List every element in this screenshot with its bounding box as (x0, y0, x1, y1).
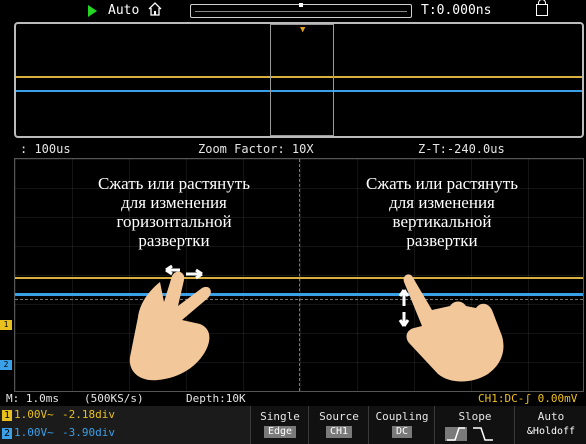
hint-line: для изменения (121, 193, 227, 212)
slope-softkey[interactable]: Slope (434, 406, 515, 444)
trigger-position-marker-icon: ▼ (300, 25, 306, 35)
ch2-volts-per-div: 1.00V~ (14, 426, 54, 439)
softkey-value: DC (391, 426, 413, 438)
hand-pinch-horizontal-icon (129, 264, 211, 381)
timeline-position-marker (299, 3, 303, 7)
memory-depth-label: Depth:10K (186, 392, 246, 405)
coupling-softkey[interactable]: Coupling DC (368, 406, 435, 444)
softkey-value: CH1 (325, 426, 353, 438)
ch1-badge: 1 (2, 410, 12, 421)
auto-holdoff-softkey[interactable]: Auto &Holdoff (514, 406, 586, 444)
hint-line: горизонтальной (116, 212, 232, 231)
softkey-label: Source (319, 410, 359, 423)
ch2-settings[interactable]: 2 1.00V~ -3.90div (0, 426, 115, 440)
hint-line: развертки (406, 231, 478, 250)
softkey-value: &Holdoff (526, 426, 576, 437)
single-softkey[interactable]: Single Edge (250, 406, 309, 444)
hint-line: для изменения (389, 193, 495, 212)
run-icon[interactable] (88, 5, 97, 17)
main-waveform-window: ▼ (14, 22, 584, 138)
hint-vertical-gesture: Сжать или растянуть для изменения вертик… (330, 174, 554, 250)
acquire-mode-label: Auto (108, 3, 140, 18)
acquisition-status-bar: M: 1.0ms (500KS/s) Depth:10K CH1:DC-ʃ 0.… (0, 392, 586, 405)
softkey-label: Slope (458, 410, 492, 423)
sample-rate-label: (500KS/s) (84, 392, 144, 405)
hint-line: развертки (138, 231, 210, 250)
ch2-level-marker[interactable]: 2 (0, 360, 12, 370)
slope-icon (445, 427, 493, 441)
zoom-timebase: : 100us (20, 142, 71, 156)
zoom-factor: Zoom Factor: 10X (198, 142, 314, 156)
ch2-badge: 2 (2, 428, 12, 439)
softkey-label: Single (260, 410, 300, 423)
top-status-bar: Auto T:0.000ns (0, 0, 586, 22)
hand-pinch-vertical-icon (398, 274, 504, 382)
bottom-menu-panel: 1 1.00V~ -2.18div 2 1.00V~ -3.90div Sing… (0, 406, 586, 444)
timebase-label: M: 1.0ms (6, 392, 59, 405)
ch1-position: -2.18div (62, 408, 115, 421)
softkey-value: Edge (263, 426, 297, 438)
vertical-center-axis (299, 159, 301, 391)
ch1-level-marker[interactable]: 1 (0, 320, 12, 330)
ch1-volts-per-div: 1.00V~ (14, 408, 54, 421)
zoom-time-offset: Z-T:-240.0us (418, 142, 505, 156)
hint-horizontal-gesture: Сжать или растянуть для изменения горизо… (64, 174, 284, 250)
memory-timeline (190, 3, 412, 18)
home-icon[interactable] (148, 2, 162, 16)
lock-icon (536, 0, 548, 16)
zoom-info-bar: : 100us Zoom Factor: 10X Z-T:-240.0us (14, 140, 584, 158)
hint-line: вертикальной (392, 212, 492, 231)
hint-line: Сжать или растянуть (98, 174, 250, 193)
source-softkey[interactable]: Source CH1 (308, 406, 369, 444)
trigger-time-label: T:0.000ns (421, 3, 492, 18)
oscilloscope-screen: Auto T:0.000ns ▼ : 100us Zoom Factor: 10… (0, 0, 586, 444)
zoom-window-frame[interactable] (270, 24, 334, 136)
ch2-position: -3.90div (62, 426, 115, 439)
hint-line: Сжать или растянуть (366, 174, 518, 193)
softkey-label: Auto (537, 410, 565, 423)
trigger-status-label: CH1:DC-ʃ 0.00mV (478, 392, 578, 405)
softkey-label: Coupling (375, 410, 429, 423)
ch1-settings[interactable]: 1 1.00V~ -2.18div (0, 408, 115, 422)
